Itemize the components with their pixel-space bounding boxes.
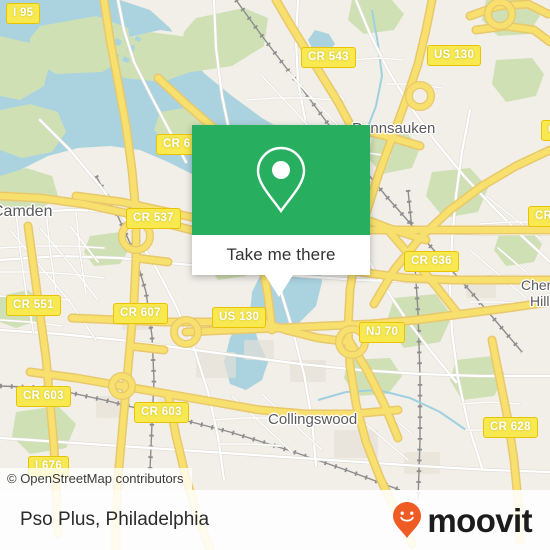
road-shield: CR 628 bbox=[483, 417, 538, 438]
place-label: Cherry bbox=[521, 277, 550, 293]
osm-attribution[interactable]: © OpenStreetMap contributors bbox=[0, 468, 192, 490]
road-shield: CR 603 bbox=[134, 402, 189, 423]
road-shield: CR 603 bbox=[16, 386, 71, 407]
moovit-map-screenshot: .water{fill:#aad3df;} .green{fill:#cfe0b… bbox=[0, 0, 550, 550]
road-shield: CR 551 bbox=[6, 295, 61, 316]
road-shield: CR 636 bbox=[404, 251, 459, 272]
road-shield: US 130 bbox=[427, 45, 482, 66]
road-shield: NJ 70 bbox=[359, 322, 406, 343]
road-shield: C bbox=[541, 120, 550, 141]
popup-icon-area bbox=[192, 125, 370, 235]
road-shield: CR 537 bbox=[126, 208, 181, 229]
road-shield: CR 607 bbox=[113, 303, 168, 324]
destination-popup-card[interactable]: Take me there bbox=[192, 125, 370, 297]
map-pin-icon bbox=[256, 146, 306, 214]
moovit-smiley-pin-icon bbox=[393, 502, 422, 538]
place-label: Camden bbox=[0, 203, 53, 220]
road-shield: US 130 bbox=[212, 307, 267, 328]
road-shield: CR 543 bbox=[301, 47, 356, 68]
moovit-logo[interactable]: moovit bbox=[392, 501, 533, 539]
place-label: Collingswood bbox=[268, 411, 358, 428]
take-me-there-label: Take me there bbox=[226, 245, 336, 264]
moovit-wordmark: moovit bbox=[427, 501, 532, 539]
road-shield: I 95 bbox=[6, 3, 41, 24]
place-label: Hill bbox=[530, 293, 550, 309]
popup-action-area[interactable]: Take me there bbox=[192, 235, 370, 275]
footer-bar: Pso Plus, Philadelphia moovit bbox=[0, 490, 550, 550]
road-shield: CR bbox=[528, 206, 550, 227]
place-title: Pso Plus, Philadelphia bbox=[20, 509, 210, 530]
